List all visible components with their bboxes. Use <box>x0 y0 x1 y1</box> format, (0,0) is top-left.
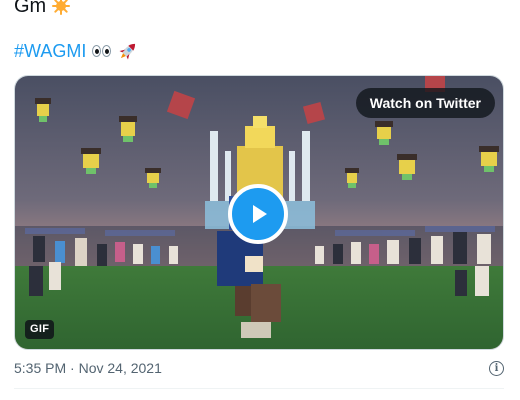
sun-icon <box>52 0 71 15</box>
tweet: Gm #WAGMI Watch on Twitter GIF 5:35 PM ·… <box>0 0 520 400</box>
tweet-timestamp-link[interactable]: 5:35 PM · Nov 24, 2021 <box>14 360 162 376</box>
tweet-text-line-2: #WAGMI <box>14 40 139 62</box>
tweet-text-line-1: Gm <box>14 0 71 18</box>
gif-media[interactable]: Watch on Twitter GIF <box>14 75 504 350</box>
rocket-icon <box>119 43 136 60</box>
hashtag-link[interactable]: #WAGMI <box>14 40 86 62</box>
play-icon <box>253 205 267 223</box>
tweet-meta: 5:35 PM · Nov 24, 2021 i <box>14 360 504 376</box>
eyes-icon <box>92 45 112 57</box>
tweet-text: Gm <box>14 0 47 17</box>
divider <box>14 388 504 389</box>
gif-badge: GIF <box>25 320 55 339</box>
play-button[interactable] <box>228 184 288 244</box>
info-icon[interactable]: i <box>489 360 504 376</box>
watch-on-twitter-button[interactable]: Watch on Twitter <box>355 88 495 118</box>
